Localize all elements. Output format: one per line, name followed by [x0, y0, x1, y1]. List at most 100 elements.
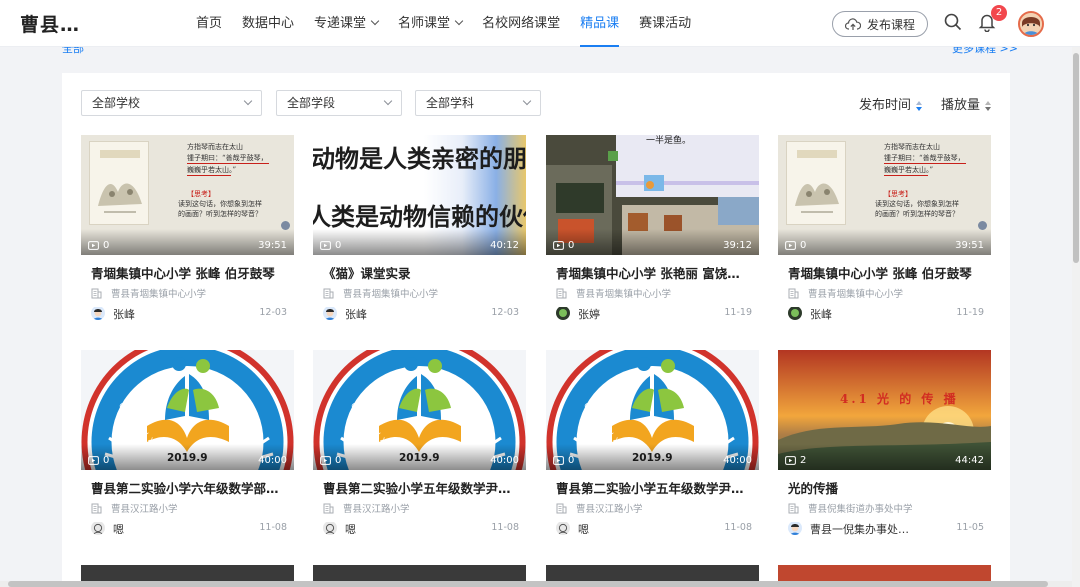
publish-course-button[interactable]: 发布课程: [832, 11, 928, 37]
nav-item[interactable]: 专递课堂: [304, 0, 388, 47]
course-card[interactable]: 2019.9 CAO XIAN XUE 0 40:00 曹县第二实验小学五年级数…: [313, 350, 526, 540]
chevron-down-icon: [383, 96, 393, 106]
author-name[interactable]: 嗯: [345, 521, 356, 537]
course-thumbnail[interactable]: 2019.9 CAO XIAN XUE 0 40:00: [546, 350, 759, 470]
author-avatar: [788, 306, 802, 320]
course-school: 曹县倪集街道办事处中学: [788, 501, 913, 515]
course-card[interactable]: 4.1 光 的 传 播 2 44:42 光的传播 曹县倪集街道办事处中学 曹县一…: [778, 350, 991, 540]
nav-item-label: 名师课堂: [398, 16, 451, 31]
view-count: 0: [88, 455, 109, 466]
doc-note-tag: 【思考】: [187, 190, 215, 198]
doc-line: 方指琴而志在太山: [187, 143, 243, 151]
sort-by-plays[interactable]: 播放量: [941, 94, 992, 113]
search-icon[interactable]: [944, 13, 962, 31]
view-count-value: 0: [103, 240, 110, 251]
course-title[interactable]: 曹县第二实验小学五年级数学尹…: [556, 478, 752, 497]
nav-item[interactable]: 名校网络课堂: [472, 0, 570, 47]
grade-filter-value: 全部学段: [287, 96, 336, 110]
building-icon: [323, 503, 334, 513]
course-card[interactable]: 动物是人类亲密的朋友 人类是动物信赖的伙伴 0 40:12 《猫》课堂实录 曹县…: [313, 135, 526, 325]
course-thumbnail[interactable]: 2019.9 CAO XIAN XUE 0 40:00: [81, 350, 294, 470]
course-title[interactable]: 曹县第二实验小学六年级数学部…: [91, 478, 287, 497]
course-thumbnail[interactable]: 动物是人类亲密的朋友 人类是动物信赖的伙伴 0 40:12: [313, 135, 526, 255]
course-title[interactable]: 青堌集镇中心小学 张峰 伯牙鼓琴: [91, 263, 287, 282]
course-title[interactable]: 光的传播: [788, 478, 984, 497]
course-thumbnail[interactable]: 2019.9 CAO XIAN XUE 0 40:00: [313, 350, 526, 470]
course-card[interactable]: 方指琴而志在太山 锺子期曰：“善哉乎鼓琴， 巍巍乎若太山。” 【思考】 读到这句…: [778, 135, 991, 325]
course-thumbnail[interactable]: 一半是鱼。 0 39:12: [546, 135, 759, 255]
vertical-scrollbar[interactable]: [1072, 47, 1080, 587]
author-name[interactable]: 张婷: [578, 306, 600, 322]
author-name[interactable]: 嗯: [578, 521, 589, 537]
author-name[interactable]: 张峰: [810, 306, 832, 322]
course-title[interactable]: 曹县第二实验小学五年级数学尹…: [323, 478, 519, 497]
course-author-row: 嗯 11-08: [91, 520, 287, 536]
building-icon: [788, 288, 799, 298]
course-thumbnail[interactable]: 方指琴而志在太山 锺子期曰：“善哉乎鼓琴， 巍巍乎若太山。” 【思考】 读到这句…: [778, 135, 991, 255]
author-avatar: [91, 306, 105, 320]
doc-note-tag: 【思考】: [884, 190, 912, 198]
course-school: 曹县汉江路小学: [556, 501, 643, 515]
course-school: 曹县青堌集镇中心小学: [91, 286, 206, 300]
author-name[interactable]: 嗯: [113, 521, 124, 537]
view-count: 0: [88, 240, 109, 251]
author-name[interactable]: 张峰: [345, 306, 367, 322]
chevron-down-icon: [370, 16, 380, 26]
nav-item-label: 赛课活动: [639, 16, 692, 31]
nav-item[interactable]: 名师课堂: [388, 0, 472, 47]
nav-item[interactable]: 赛课活动: [629, 0, 701, 47]
grade-filter-select[interactable]: 全部学段: [276, 90, 402, 116]
view-count-value: 2: [800, 455, 807, 466]
publish-date: 11-08: [259, 522, 287, 533]
publish-date: 11-08: [491, 522, 519, 533]
horizontal-scrollbar-thumb[interactable]: [8, 581, 1048, 587]
course-card[interactable]: 2019.9 CAO XIAN XUE 0 40:00 曹县第二实验小学六年级数…: [81, 350, 294, 540]
view-count-value: 0: [568, 240, 575, 251]
course-author-row: 嗯 11-08: [323, 520, 519, 536]
school-filter-select[interactable]: 全部学校: [81, 90, 262, 116]
subject-filter-select[interactable]: 全部学科: [415, 90, 541, 116]
author-name[interactable]: 曹县一倪集办事处…: [810, 521, 909, 537]
course-card[interactable]: 一半是鱼。 0 39:12 青堌集镇中心小学 张艳丽 富饶的… 曹县青堌集镇中心…: [546, 135, 759, 325]
view-count-value: 0: [335, 455, 342, 466]
course-card[interactable]: 2019.9 CAO XIAN XUE 0 40:00 曹县第二实验小学五年级数…: [546, 350, 759, 540]
course-school-name: 曹县青堌集镇中心小学: [343, 289, 439, 300]
book-page-illustration: [786, 141, 846, 225]
sort-by-time[interactable]: 发布时间: [859, 94, 923, 113]
view-count: 0: [320, 455, 341, 466]
course-thumbnail[interactable]: 4.1 光 的 传 播 2 44:42: [778, 350, 991, 470]
author-avatar: [556, 306, 570, 320]
sort-by-plays-label: 播放量: [941, 98, 981, 113]
scrollbar-thumb[interactable]: [1073, 53, 1079, 263]
user-avatar[interactable]: [1018, 11, 1044, 37]
course-school: 曹县青堌集镇中心小学: [323, 286, 438, 300]
course-card[interactable]: 方指琴而志在太山 锺子期曰：“善哉乎鼓琴， 巍巍乎若太山。” 【思考】 读到这句…: [81, 135, 294, 325]
video-duration: 40:12: [490, 240, 519, 251]
course-title[interactable]: 青堌集镇中心小学 张艳丽 富饶的…: [556, 263, 752, 282]
nav-item[interactable]: 数据中心: [232, 0, 304, 47]
view-count: 0: [553, 455, 574, 466]
course-thumbnail[interactable]: 方指琴而志在太山 锺子期曰：“善哉乎鼓琴， 巍巍乎若太山。” 【思考】 读到这句…: [81, 135, 294, 255]
doc-line: 巍巍乎若太山。”: [187, 166, 237, 174]
play-count-icon: [553, 241, 564, 250]
building-icon: [556, 503, 567, 513]
main-nav: 首页 数据中心 专递课堂 名师课堂 名校网络课堂 精品课 赛课活动: [186, 0, 701, 47]
sort-by-time-label: 发布时间: [859, 98, 912, 113]
top-navigation-bar: 曹县… 首页 数据中心 专递课堂 名师课堂 名校网络课堂 精品课 赛课活动 发布课程 2: [0, 0, 1080, 47]
doc-note: 读到这句话，你想象到怎样的画面？听到怎样的琴音？: [178, 200, 262, 218]
course-title[interactable]: 《猫》课堂实录: [323, 263, 519, 282]
course-author-row: 张峰 12-03: [323, 305, 519, 321]
course-school-name: 曹县汉江路小学: [576, 504, 643, 515]
video-duration: 39:12: [723, 240, 752, 251]
course-title[interactable]: 青堌集镇中心小学 张峰 伯牙鼓琴: [788, 263, 984, 282]
horizontal-scrollbar[interactable]: [0, 581, 1072, 587]
view-count-value: 0: [103, 455, 110, 466]
course-author-row: 张婷 11-19: [556, 305, 752, 321]
building-icon: [323, 288, 334, 298]
site-logo[interactable]: 曹县…: [20, 10, 80, 37]
author-name[interactable]: 张峰: [113, 306, 135, 322]
cloud-upload-icon: [844, 17, 861, 30]
nav-item[interactable]: 精品课: [570, 0, 629, 47]
nav-item[interactable]: 首页: [186, 0, 232, 47]
slide-heading: 动物是人类亲密的朋友: [313, 144, 526, 173]
